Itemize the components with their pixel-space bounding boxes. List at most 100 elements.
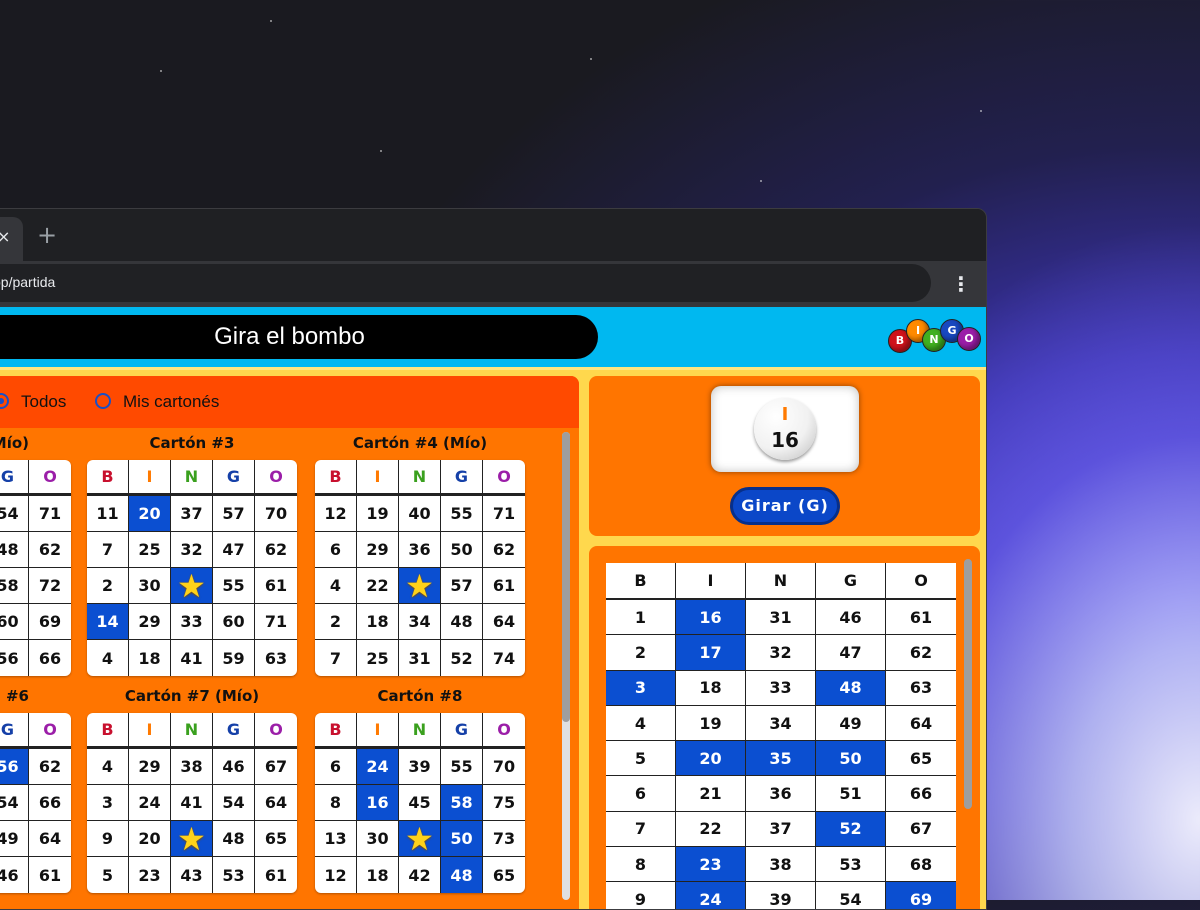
card-cell[interactable]: 61 [483,568,525,604]
card-cell[interactable]: 18 [357,604,399,640]
card-cell[interactable]: 4 [315,568,357,604]
card-cell[interactable]: 25 [129,532,171,568]
card-cell[interactable]: 65 [255,821,297,857]
card-cell[interactable]: 60 [0,604,29,640]
url-text[interactable]: pp/partida [0,274,55,290]
card-cell[interactable]: 2 [87,568,129,604]
card-cell[interactable]: 64 [255,785,297,821]
card-cell[interactable]: 9 [87,821,129,857]
card-cell[interactable]: 49 [0,821,29,857]
filter-mine-radio[interactable] [95,393,111,409]
card-cell[interactable]: 62 [483,532,525,568]
card-cell[interactable]: 5 [87,857,129,893]
new-tab-button[interactable]: + [37,223,57,247]
card-cell[interactable]: 50 [441,532,483,568]
card-cell[interactable]: 38 [171,749,213,785]
card-cell[interactable]: 63 [255,640,297,676]
free-star-icon[interactable]: ★ [399,821,441,857]
card-cell[interactable]: 16 [357,785,399,821]
card-cell[interactable]: 45 [399,785,441,821]
card-cell[interactable]: 69 [29,604,71,640]
card-cell[interactable]: 71 [29,496,71,532]
card-cell[interactable]: 4 [87,749,129,785]
cards-scrollbar-thumb[interactable] [562,432,570,722]
card-cell[interactable]: 56 [0,640,29,676]
card-cell[interactable]: 48 [441,857,483,893]
card-cell[interactable]: 19 [357,496,399,532]
card-cell[interactable]: 59 [213,640,255,676]
card-cell[interactable]: 46 [0,857,29,893]
card-cell[interactable]: 58 [441,785,483,821]
card-cell[interactable]: 18 [129,640,171,676]
card-cell[interactable]: 29 [129,604,171,640]
free-star-icon[interactable]: ★ [399,568,441,604]
free-star-icon[interactable]: ★ [171,568,213,604]
cards-scrollbar[interactable] [562,432,570,900]
card-cell[interactable]: 48 [441,604,483,640]
card-cell[interactable]: 6 [315,749,357,785]
card-cell[interactable]: 62 [29,532,71,568]
address-bar[interactable]: pp/partida [0,264,931,302]
card-cell[interactable]: 71 [255,604,297,640]
card-cell[interactable]: 20 [129,496,171,532]
card-cell[interactable]: 61 [29,857,71,893]
card-cell[interactable]: 30 [357,821,399,857]
filter-mine-label[interactable]: Mis cartonés [123,392,219,412]
filter-all-radio[interactable] [0,393,9,409]
card-cell[interactable]: 4 [87,640,129,676]
card-cell[interactable]: 55 [441,496,483,532]
card-cell[interactable]: 75 [483,785,525,821]
card-cell[interactable]: 29 [357,532,399,568]
card-cell[interactable]: 37 [171,496,213,532]
card-cell[interactable]: 39 [399,749,441,785]
card-cell[interactable]: 61 [255,857,297,893]
card-cell[interactable]: 72 [29,568,71,604]
card-cell[interactable]: 12 [315,496,357,532]
card-cell[interactable]: 24 [129,785,171,821]
card-cell[interactable]: 7 [315,640,357,676]
card-cell[interactable]: 23 [129,857,171,893]
browser-tab[interactable]: × [0,217,23,261]
card-cell[interactable]: 14 [87,604,129,640]
card-cell[interactable]: 64 [483,604,525,640]
card-cell[interactable]: 36 [399,532,441,568]
card-cell[interactable]: 13 [315,821,357,857]
card-cell[interactable]: 57 [213,496,255,532]
card-cell[interactable]: 43 [171,857,213,893]
card-cell[interactable]: 54 [0,785,29,821]
card-cell[interactable]: 6 [315,532,357,568]
card-cell[interactable]: 34 [399,604,441,640]
card-cell[interactable]: 48 [0,532,29,568]
card-cell[interactable]: 7 [87,532,129,568]
card-cell[interactable]: 50 [441,821,483,857]
card-cell[interactable]: 66 [29,640,71,676]
card-cell[interactable]: 32 [171,532,213,568]
card-cell[interactable]: 31 [399,640,441,676]
card-cell[interactable]: 46 [213,749,255,785]
free-star-icon[interactable]: ★ [171,821,213,857]
card-cell[interactable]: 66 [29,785,71,821]
card-cell[interactable]: 70 [483,749,525,785]
card-cell[interactable]: 42 [399,857,441,893]
card-cell[interactable]: 62 [255,532,297,568]
card-cell[interactable]: 29 [129,749,171,785]
card-cell[interactable]: 70 [255,496,297,532]
card-cell[interactable]: 30 [129,568,171,604]
spin-button[interactable]: Girar (G) [730,487,840,525]
card-cell[interactable]: 33 [171,604,213,640]
card-cell[interactable]: 47 [213,532,255,568]
card-cell[interactable]: 48 [213,821,255,857]
close-icon[interactable]: × [0,227,10,246]
card-cell[interactable]: 55 [213,568,255,604]
card-cell[interactable]: 58 [0,568,29,604]
card-cell[interactable]: 71 [483,496,525,532]
card-cell[interactable]: 67 [255,749,297,785]
card-cell[interactable]: 61 [255,568,297,604]
card-cell[interactable]: 65 [483,857,525,893]
card-cell[interactable]: 12 [315,857,357,893]
card-cell[interactable]: 2 [315,604,357,640]
card-cell[interactable]: 62 [29,749,71,785]
card-cell[interactable]: 53 [213,857,255,893]
filter-all-label[interactable]: Todos [21,392,66,412]
card-cell[interactable]: 52 [441,640,483,676]
